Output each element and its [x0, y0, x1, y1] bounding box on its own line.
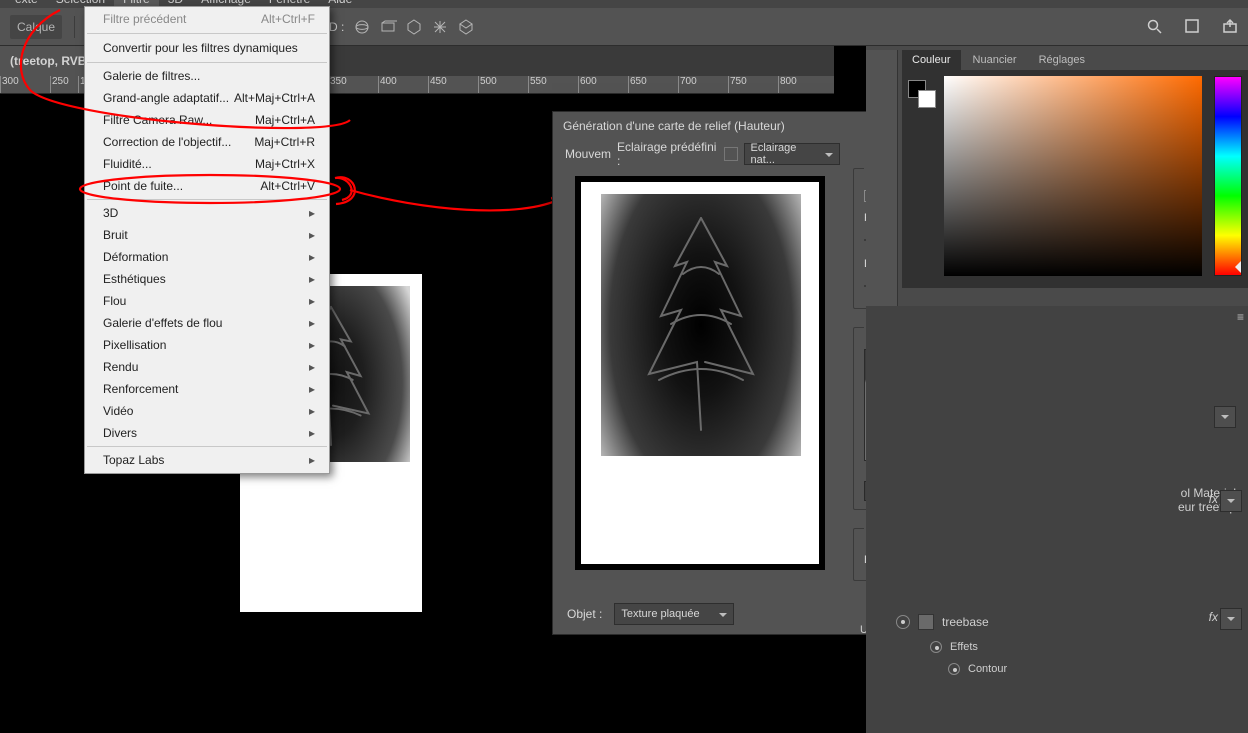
tab-couleur[interactable]: Couleur	[902, 50, 961, 70]
menu-item-3d[interactable]: 3D▸	[85, 202, 329, 224]
share-icon[interactable]	[1220, 16, 1240, 36]
3d-mode-icon[interactable]	[350, 15, 374, 39]
fg-bg-swatch[interactable]	[908, 80, 936, 108]
menubar-item-overflow[interactable]: exte	[6, 0, 47, 8]
object-label: Objet :	[567, 607, 602, 621]
menu-item-stylize[interactable]: Esthétiques▸	[85, 268, 329, 290]
menu-item-video[interactable]: Vidéo▸	[85, 400, 329, 422]
lighting-preset-label: Eclairage prédéfini :	[617, 140, 718, 168]
chevron-right-icon: ▸	[309, 206, 315, 220]
panel-menu-icon[interactable]: ≡	[1237, 310, 1244, 324]
fx-badge[interactable]: fx	[1209, 492, 1218, 506]
object-select[interactable]: Texture plaquée	[614, 603, 734, 625]
lighting-preset-select[interactable]: Eclairage nat...	[744, 143, 841, 165]
fx-dropdown[interactable]	[1220, 608, 1242, 630]
mouvement-label: Mouvem	[565, 147, 611, 161]
menu-item-render[interactable]: Rendu▸	[85, 356, 329, 378]
3d-mode-icon[interactable]	[454, 15, 478, 39]
menu-item-gallery[interactable]: Galerie de filtres...	[85, 65, 329, 87]
fx-dropdown[interactable]	[1220, 490, 1242, 512]
tab-nuancier[interactable]: Nuancier	[963, 50, 1027, 70]
color-panel	[902, 70, 1248, 288]
menu-item-vanishing[interactable]: Point de fuite...Alt+Ctrl+V	[85, 175, 329, 197]
fx-badge[interactable]: fx	[1209, 610, 1218, 624]
layer-label-button[interactable]: Calque	[10, 15, 62, 39]
hint-treetop: eur treetop	[896, 500, 1236, 514]
visibility-toggle-icon[interactable]	[948, 663, 960, 675]
color-field[interactable]	[944, 76, 1202, 276]
hue-slider[interactable]	[1214, 76, 1242, 276]
lighting-preview-icon	[724, 147, 737, 161]
material-dropdown[interactable]	[1214, 406, 1236, 428]
3d-mode-icon[interactable]	[376, 15, 400, 39]
menu-item-distort[interactable]: Déformation▸	[85, 246, 329, 268]
menu-item-liquify[interactable]: Fluidité...Maj+Ctrl+X	[85, 153, 329, 175]
menu-item-pixelate[interactable]: Pixellisation▸	[85, 334, 329, 356]
relief-preview	[575, 176, 825, 570]
hint-material: ol Material	[896, 486, 1236, 500]
right-dock: « Couleur Nuancier Réglages ≡ ol Materia…	[866, 46, 1248, 733]
menu-item-blurgallery[interactable]: Galerie d'effets de flou▸	[85, 312, 329, 334]
menu-item-noise[interactable]: Bruit▸	[85, 224, 329, 246]
layers-panel: ≡ ol Material eur treetop fx treebase Ef…	[866, 306, 1248, 733]
tab-reglages[interactable]: Réglages	[1029, 50, 1095, 70]
menu-item-other[interactable]: Divers▸	[85, 422, 329, 444]
visibility-toggle-icon[interactable]	[896, 615, 910, 629]
3d-mode-icon[interactable]	[402, 15, 426, 39]
layer-thumb	[918, 614, 934, 630]
filter-menu: Filtre précédentAlt+Ctrl+F Convertir pou…	[84, 6, 330, 474]
menu-item-topaz[interactable]: Topaz Labs▸	[85, 449, 329, 473]
layer-name: treebase	[942, 615, 989, 629]
search-icon[interactable]	[1144, 16, 1164, 36]
layer-contour-row[interactable]: Contour	[896, 658, 1242, 680]
visibility-toggle-icon[interactable]	[930, 641, 942, 653]
menu-item-wideangle[interactable]: Grand-angle adaptatif...Alt+Maj+Ctrl+A	[85, 87, 329, 109]
menu-item-sharpen[interactable]: Renforcement▸	[85, 378, 329, 400]
dock-tool-column	[866, 50, 898, 330]
layer-effects-row[interactable]: Effets	[896, 636, 1242, 658]
frame-icon[interactable]	[1182, 16, 1202, 36]
3d-mode-icon[interactable]	[428, 15, 452, 39]
layer-item-treebase[interactable]: treebase	[896, 608, 1242, 636]
menu-item-last-filter: Filtre précédentAlt+Ctrl+F	[85, 7, 329, 31]
menu-item-lens[interactable]: Correction de l'objectif...Maj+Ctrl+R	[85, 131, 329, 153]
menu-item-convert[interactable]: Convertir pour les filtres dynamiques	[85, 36, 329, 60]
menu-item-cameraraw[interactable]: Filtre Camera Raw...Maj+Ctrl+A	[85, 109, 329, 131]
menu-item-blur[interactable]: Flou▸	[85, 290, 329, 312]
